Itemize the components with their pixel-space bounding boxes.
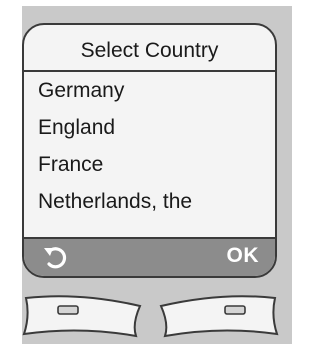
list-item-netherlands[interactable]: Netherlands, the (24, 183, 275, 220)
back-arrow-icon[interactable] (42, 245, 68, 271)
list-item-germany[interactable]: Germany (24, 72, 275, 109)
country-list: Germany England France Netherlands, the (24, 72, 275, 220)
left-softkey-button[interactable] (20, 290, 146, 342)
phone-screen: Select Country Germany England France Ne… (22, 23, 277, 278)
right-softkey-button[interactable] (155, 290, 281, 342)
softkey-bar: OK (24, 237, 275, 276)
left-softkey-mark (57, 305, 79, 315)
ok-softkey-label[interactable]: OK (227, 244, 260, 268)
list-item-france[interactable]: France (24, 146, 275, 183)
screen-title: Select Country (80, 39, 219, 62)
list-item-england[interactable]: England (24, 109, 275, 146)
right-softkey-mark (224, 305, 246, 315)
